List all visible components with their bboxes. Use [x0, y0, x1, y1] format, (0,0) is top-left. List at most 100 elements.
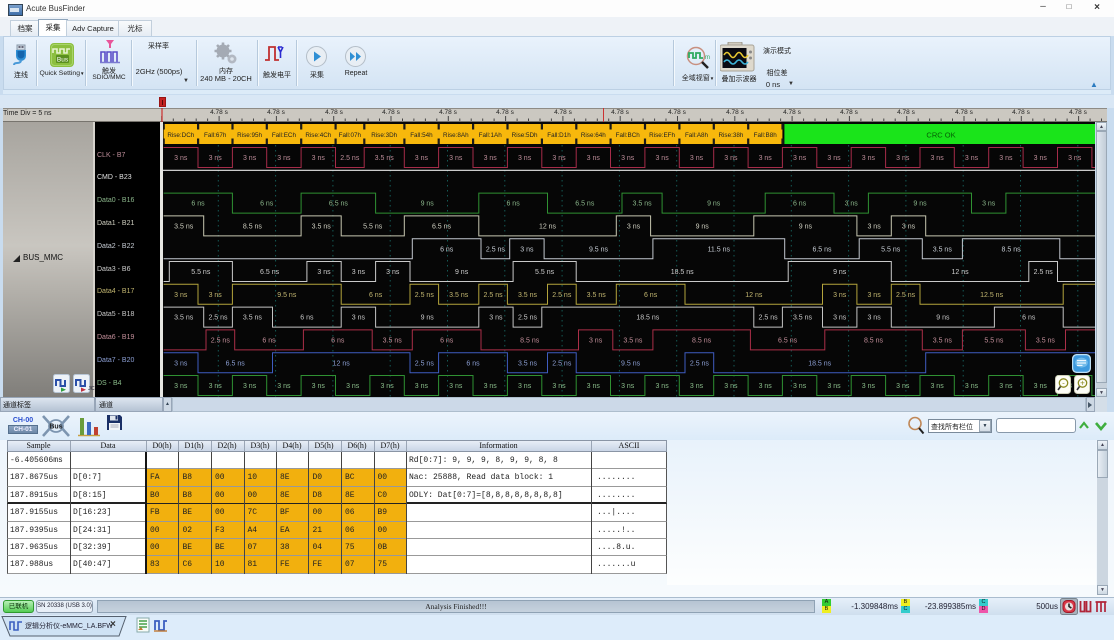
svg-text:9 ns: 9 ns — [799, 224, 813, 231]
svg-text:m: m — [705, 55, 710, 61]
svg-text:6 ns: 6 ns — [793, 201, 807, 208]
svg-text:12 ns: 12 ns — [952, 269, 970, 276]
svg-text:3 ns: 3 ns — [621, 155, 635, 162]
svg-text:5.5 ns: 5.5 ns — [363, 224, 383, 231]
svg-text:3 ns: 3 ns — [484, 383, 498, 390]
svg-text:3 ns: 3 ns — [587, 155, 601, 162]
svg-text:3 ns: 3 ns — [174, 292, 188, 299]
svg-text:3 ns: 3 ns — [845, 201, 859, 208]
svg-text:5.5 ns: 5.5 ns — [191, 269, 211, 276]
svg-text:3 ns: 3 ns — [243, 383, 257, 390]
svg-text:6 ns: 6 ns — [644, 292, 658, 299]
svg-text:3 ns: 3 ns — [518, 383, 532, 390]
svg-text:6.5 ns: 6.5 ns — [329, 201, 349, 208]
svg-text:3 ns: 3 ns — [209, 292, 223, 299]
svg-text:3 ns: 3 ns — [833, 315, 847, 322]
svg-text:3.5 ns: 3.5 ns — [623, 338, 643, 345]
svg-text:Fall:B8h: Fall:B8h — [754, 132, 778, 139]
svg-text:3 ns: 3 ns — [174, 155, 188, 162]
svg-text:12 ns: 12 ns — [539, 224, 557, 231]
svg-text:9.5 ns: 9.5 ns — [621, 360, 641, 367]
svg-text:3.5 ns: 3.5 ns — [1036, 338, 1056, 345]
svg-text:3 ns: 3 ns — [793, 383, 807, 390]
svg-text:Rise:4Ch: Rise:4Ch — [305, 132, 331, 139]
svg-text:3 ns: 3 ns — [827, 383, 841, 390]
svg-text:3 ns: 3 ns — [999, 383, 1013, 390]
svg-text:Rise:38h: Rise:38h — [718, 132, 743, 139]
svg-text:2.5 ns: 2.5 ns — [759, 315, 779, 322]
svg-text:-: - — [1062, 379, 1065, 388]
svg-text:6 ns: 6 ns — [262, 338, 276, 345]
svg-text:Rise:64h: Rise:64h — [581, 132, 606, 139]
svg-text:3 ns: 3 ns — [277, 155, 291, 162]
svg-text:Fall:54h: Fall:54h — [410, 132, 433, 139]
svg-text:2.5 ns: 2.5 ns — [1034, 269, 1054, 276]
svg-text:3 ns: 3 ns — [243, 155, 257, 162]
svg-text:2.5 ns: 2.5 ns — [415, 292, 435, 299]
svg-text:8.5 ns: 8.5 ns — [243, 224, 263, 231]
svg-text:9 ns: 9 ns — [913, 201, 927, 208]
svg-text:9 ns: 9 ns — [455, 269, 469, 276]
svg-text:3 ns: 3 ns — [690, 383, 704, 390]
svg-text:9 ns: 9 ns — [936, 315, 950, 322]
svg-text:3 ns: 3 ns — [449, 383, 463, 390]
svg-text:6.5 ns: 6.5 ns — [226, 360, 246, 367]
svg-text:18.5 ns: 18.5 ns — [636, 315, 659, 322]
svg-text:Fall:D1h: Fall:D1h — [547, 132, 571, 139]
svg-text:3 ns: 3 ns — [1034, 155, 1048, 162]
svg-text:3 ns: 3 ns — [587, 383, 601, 390]
svg-text:Rise:95h: Rise:95h — [237, 132, 262, 139]
svg-text:3 ns: 3 ns — [346, 383, 360, 390]
svg-text:3 ns: 3 ns — [867, 292, 881, 299]
svg-text:2.5 ns: 2.5 ns — [552, 360, 572, 367]
svg-text:6 ns: 6 ns — [369, 292, 383, 299]
svg-text:6 ns: 6 ns — [466, 360, 480, 367]
svg-text:8.5 ns: 8.5 ns — [1002, 246, 1022, 253]
svg-text:3 ns: 3 ns — [896, 383, 910, 390]
svg-text:3 ns: 3 ns — [352, 269, 366, 276]
svg-text:3 ns: 3 ns — [621, 383, 635, 390]
svg-text:Bus: Bus — [57, 57, 69, 64]
svg-text:3.5 ns: 3.5 ns — [933, 338, 953, 345]
svg-text:3.5 ns: 3.5 ns — [243, 315, 263, 322]
svg-text:3 ns: 3 ns — [793, 155, 807, 162]
svg-text:3 ns: 3 ns — [690, 155, 704, 162]
svg-text:2.5 ns: 2.5 ns — [415, 360, 435, 367]
svg-text:2.5 ns: 2.5 ns — [484, 292, 504, 299]
svg-text:6 ns: 6 ns — [506, 201, 520, 208]
svg-text:Fall:07h: Fall:07h — [339, 132, 362, 139]
svg-text:3 ns: 3 ns — [386, 269, 400, 276]
svg-text:3 ns: 3 ns — [484, 155, 498, 162]
svg-text:Fall:1Ah: Fall:1Ah — [479, 132, 503, 139]
svg-text:Rise:8Ah: Rise:8Ah — [443, 132, 469, 139]
svg-text:9 ns: 9 ns — [833, 269, 847, 276]
svg-text:6 ns: 6 ns — [331, 338, 345, 345]
svg-text:3 ns: 3 ns — [489, 315, 503, 322]
svg-text:3 ns: 3 ns — [999, 155, 1013, 162]
svg-text:3 ns: 3 ns — [312, 155, 326, 162]
svg-text:2.5 ns: 2.5 ns — [208, 315, 228, 322]
svg-text:12 ns: 12 ns — [333, 360, 351, 367]
svg-text:3 ns: 3 ns — [317, 269, 331, 276]
svg-text:3 ns: 3 ns — [174, 383, 188, 390]
svg-text:3.5 ns: 3.5 ns — [375, 155, 395, 162]
svg-text:3 ns: 3 ns — [415, 155, 429, 162]
svg-text:9 ns: 9 ns — [707, 201, 721, 208]
svg-text:3.5 ns: 3.5 ns — [449, 292, 469, 299]
svg-text:Fall:A8h: Fall:A8h — [685, 132, 709, 139]
svg-text:3 ns: 3 ns — [1068, 155, 1082, 162]
svg-text:6 ns: 6 ns — [300, 315, 314, 322]
svg-text:Bus: Bus — [49, 424, 62, 431]
svg-text:3.5 ns: 3.5 ns — [312, 224, 332, 231]
svg-text:6.5 ns: 6.5 ns — [778, 338, 798, 345]
svg-text:3.5 ns: 3.5 ns — [383, 338, 403, 345]
svg-text:2.5 ns: 2.5 ns — [340, 155, 360, 162]
svg-text:5.5 ns: 5.5 ns — [984, 338, 1004, 345]
svg-text:6.5 ns: 6.5 ns — [432, 224, 452, 231]
svg-text:5.5 ns: 5.5 ns — [881, 246, 901, 253]
svg-text:CRC OK: CRC OK — [926, 131, 955, 140]
svg-text:2.5 ns: 2.5 ns — [518, 315, 538, 322]
svg-text:3 ns: 3 ns — [759, 383, 773, 390]
svg-text:9 ns: 9 ns — [421, 315, 435, 322]
svg-text:9 ns: 9 ns — [696, 224, 710, 231]
